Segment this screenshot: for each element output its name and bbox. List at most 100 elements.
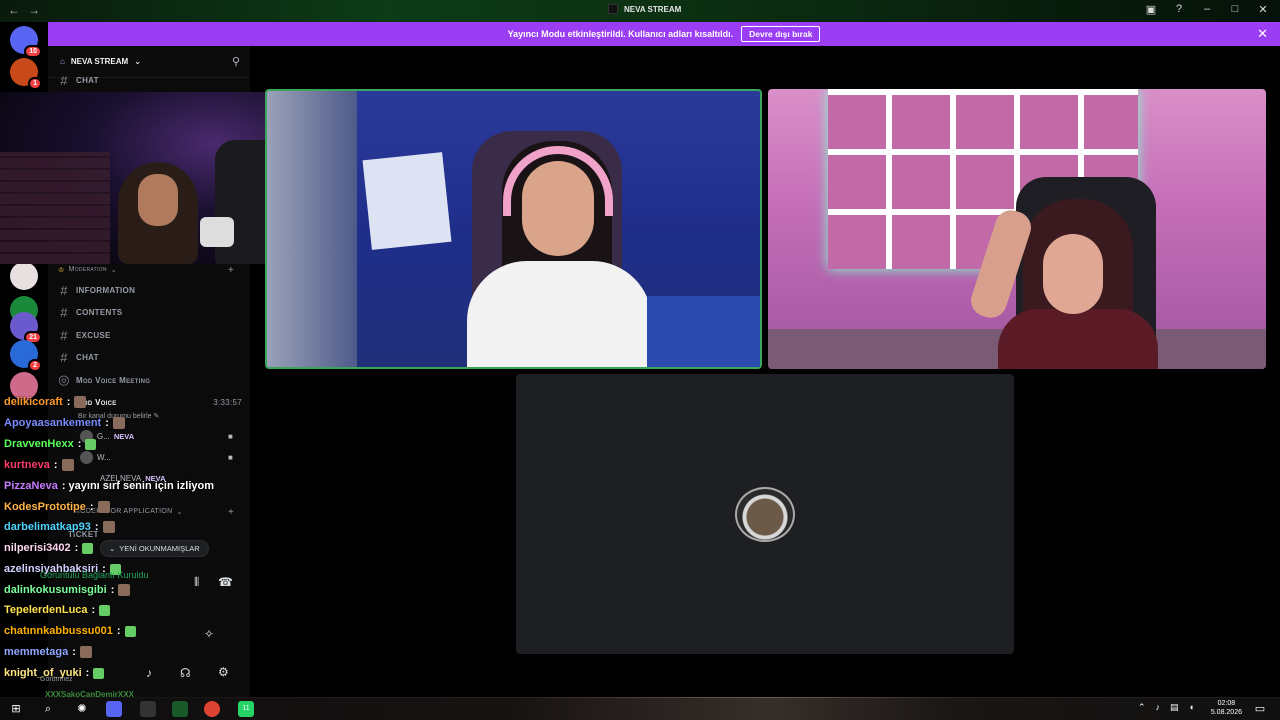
- inbox-icon[interactable]: ▣: [1144, 3, 1158, 16]
- disconnect-call-icon[interactable]: ☎: [218, 575, 233, 589]
- chat-user: memmetaga: [4, 646, 69, 658]
- headphones-icon[interactable]: ☊: [180, 666, 191, 680]
- voice-timer: 3:33:57: [213, 397, 242, 407]
- window-title: NEVA STREAM: [624, 4, 682, 14]
- chat-user: nilperisi3402: [4, 542, 71, 554]
- close-window-icon[interactable]: ✕: [1256, 3, 1270, 16]
- channel-label: CHAT: [76, 75, 99, 85]
- stage-icon: ◎: [58, 372, 70, 387]
- video-camera-icon: ■: [228, 453, 233, 462]
- microphone-icon[interactable]: ♪: [146, 666, 152, 680]
- current-user-status: Görünmez: [40, 676, 73, 683]
- app-icon[interactable]: [172, 701, 188, 717]
- help-icon[interactable]: ?: [1172, 3, 1186, 16]
- streamer-mode-banner: Yayıncı Modu etkinleştirildi. Kullanıcı …: [48, 22, 1280, 46]
- emote-icon: [82, 542, 94, 554]
- whatsapp-icon[interactable]: 11: [238, 701, 254, 717]
- channel-information[interactable]: # INFORMATION: [58, 280, 242, 300]
- voice-user-name: W...: [97, 453, 111, 462]
- server-logo-icon: [608, 4, 618, 14]
- add-channel-icon[interactable]: +: [228, 265, 234, 276]
- chat-user: TepelerdenLuca: [4, 604, 88, 616]
- video-tile[interactable]: [768, 89, 1266, 369]
- volume-icon[interactable]: ◖: [1189, 702, 1194, 713]
- chat-line: delikicoraft :: [4, 396, 87, 408]
- server-badge: 1: [28, 77, 42, 90]
- chat-user: darbelimatkap93: [4, 521, 91, 533]
- noise-suppression-icon[interactable]: ⦀: [194, 575, 199, 590]
- chevron-down-icon: ⌄: [176, 509, 183, 516]
- maximize-icon[interactable]: □: [1228, 3, 1242, 16]
- channel-contents[interactable]: # CONTENTS: [58, 302, 242, 322]
- chat-user: DravvenHexx: [4, 438, 74, 450]
- whatsapp-badge: 11: [242, 705, 250, 712]
- settings-gear-icon[interactable]: ⚙: [218, 665, 229, 679]
- forward-arrow-icon[interactable]: →: [28, 3, 48, 17]
- discord-icon[interactable]: [106, 701, 122, 717]
- chevron-down-icon: ⌄: [110, 267, 117, 274]
- notifications-icon[interactable]: ▭: [1252, 701, 1268, 717]
- network-icon[interactable]: ▤: [1170, 702, 1179, 713]
- server-icon[interactable]: 2: [10, 340, 42, 372]
- brick-wall: [0, 152, 110, 264]
- emote-icon: [118, 584, 131, 596]
- invite-people-icon[interactable]: ⚲: [232, 55, 240, 68]
- chrome-icon[interactable]: [204, 701, 220, 717]
- app-icon[interactable]: [140, 701, 156, 717]
- chat-line: memmetaga :: [4, 646, 92, 658]
- banner-close-icon[interactable]: ✕: [1257, 26, 1268, 42]
- chat-line: darbelimatkap93 :: [4, 521, 115, 533]
- chevron-up-icon[interactable]: ⌃: [1138, 702, 1146, 713]
- video-tile-speaking[interactable]: [265, 89, 762, 369]
- chat-user: kurtneva: [4, 459, 50, 471]
- chat-line: TepelerdenLuca :: [4, 604, 111, 616]
- new-unreads-pill[interactable]: ⌄ YENİ OKUNMAMIŞLAR: [100, 540, 209, 557]
- chat-message: :: [116, 625, 121, 637]
- emote-icon: [99, 604, 111, 616]
- chat-line: Apoyaasankement :: [4, 417, 125, 429]
- chat-line: PizzaNeva : yayını sırf senin için izliy…: [4, 480, 214, 492]
- emote-icon: [74, 396, 87, 408]
- emote-icon: [79, 646, 92, 658]
- search-icon[interactable]: ⌕: [40, 701, 56, 717]
- easel-canvas: [362, 152, 452, 250]
- voice-user[interactable]: W... ■: [80, 451, 233, 464]
- chat-message: :: [53, 459, 58, 471]
- voice-connection-status: Görüntülü Bağlantı Kuruldu: [40, 570, 149, 580]
- server-badge: 2: [28, 359, 42, 372]
- direct-messages-button[interactable]: 10: [10, 26, 42, 58]
- add-channel-icon[interactable]: +: [228, 507, 234, 518]
- video-tile-avatar[interactable]: [516, 374, 1014, 654]
- back-arrow-icon[interactable]: ←: [8, 3, 28, 17]
- category-moderation[interactable]: ♔ Moderation ⌄ +: [58, 265, 234, 276]
- channel-excuse[interactable]: # EXCUSE: [58, 325, 242, 345]
- taskbar: [0, 698, 1280, 720]
- microphone-icon[interactable]: ♪: [1156, 702, 1161, 713]
- clock[interactable]: 02:08 5.08.2026: [1211, 699, 1242, 717]
- channel-chat-top[interactable]: # CHAT: [58, 70, 242, 90]
- activity-icon[interactable]: ✧: [204, 627, 214, 641]
- pencil-icon: ✎: [153, 413, 160, 420]
- hash-icon: #: [60, 327, 68, 343]
- hash-icon: #: [60, 282, 68, 298]
- server-icon[interactable]: 1: [10, 58, 42, 90]
- emote-icon: [93, 667, 105, 679]
- voice-channel-mod-voice[interactable]: Mod Voice 3:33:57: [76, 392, 242, 412]
- chat-user: delikicoraft: [4, 396, 63, 408]
- dm-badge: 10: [24, 45, 42, 58]
- server-icon[interactable]: [10, 262, 38, 290]
- server-icon[interactable]: 21: [10, 312, 42, 344]
- avatar: [735, 487, 795, 542]
- chevron-down-icon: ⌄: [134, 57, 141, 66]
- chat-message: :: [85, 667, 90, 679]
- channel-mod-voice-meeting[interactable]: ◎ Mod Voice Meeting: [58, 370, 242, 390]
- chat-line: kurtneva :: [4, 459, 74, 471]
- windows-start-icon[interactable]: ⊞: [8, 701, 24, 717]
- minimize-icon[interactable]: –: [1200, 3, 1214, 16]
- chatgpt-icon[interactable]: ✺: [74, 701, 90, 717]
- disable-streamer-mode-button[interactable]: Devre dışı bırak: [741, 26, 821, 42]
- channel-chat[interactable]: # CHAT: [58, 347, 242, 367]
- emote-icon: [124, 625, 136, 637]
- hash-icon: #: [60, 72, 68, 88]
- chat-user: dalinkokusumisgibi: [4, 584, 107, 596]
